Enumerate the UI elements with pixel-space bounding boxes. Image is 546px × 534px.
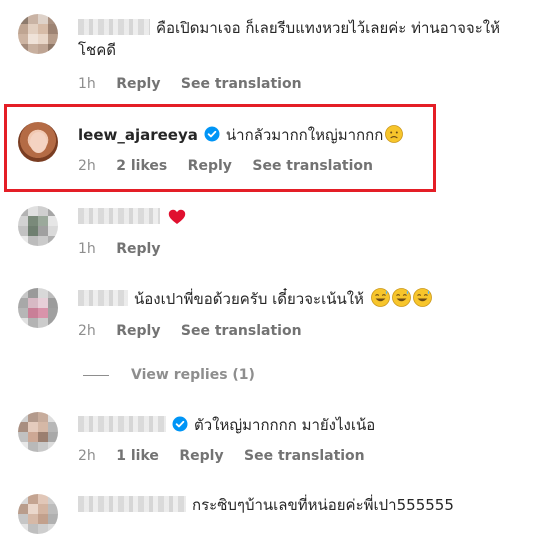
reply-button[interactable]: Reply [179, 448, 223, 464]
likes-count[interactable]: 2 likes [116, 158, 167, 174]
comment-meta: 2h 2 likes Reply See translation [78, 158, 389, 174]
username-link[interactable]: leew_ajareeya [78, 126, 198, 144]
comment-meta: 1h Reply See translation [78, 76, 318, 92]
blurred-username[interactable] [78, 416, 166, 432]
see-translation-button[interactable]: See translation [181, 323, 302, 339]
reply-button[interactable]: Reply [188, 158, 232, 174]
blurred-username[interactable] [78, 19, 150, 35]
avatar[interactable] [18, 412, 58, 452]
comment-meta: 2h Reply See translation [78, 323, 318, 339]
comment-text-content: น้องเปาพี่ขอด้วยครับ เดี๋ยวจะเน้นให้ [134, 290, 364, 308]
comment-time: 2h [78, 158, 96, 174]
reply-button[interactable]: Reply [116, 241, 160, 257]
comment-meta: 2h 1 like Reply See translation [78, 448, 381, 464]
comment-text: ตัวใหญ่มากกกก มายังไงเน้อ [78, 414, 375, 436]
comment-time: 2h [78, 323, 96, 339]
avatar[interactable] [18, 122, 58, 162]
reply-button[interactable]: Reply [116, 76, 160, 92]
comment-time: 2h [78, 448, 96, 464]
grinning-sweat-emoji [412, 288, 432, 307]
see-translation-button[interactable]: See translation [244, 448, 365, 464]
verified-badge-icon [172, 416, 188, 432]
grinning-sweat-emoji [391, 288, 411, 307]
comment-meta: 1h Reply [78, 241, 176, 257]
comment-item: leew_ajareeya น่ากลัวมากกใหญ่มากกก 2h 2 l… [0, 104, 546, 192]
reply-button[interactable]: Reply [116, 323, 160, 339]
see-translation-button[interactable]: See translation [252, 158, 373, 174]
see-translation-button[interactable]: See translation [181, 76, 302, 92]
blurred-username[interactable] [78, 496, 186, 512]
comment-text: leew_ajareeya น่ากลัวมากกใหญ่มากกก [78, 124, 404, 146]
avatar[interactable] [18, 288, 58, 328]
avatar[interactable] [18, 14, 58, 54]
grinning-sweat-emoji [370, 288, 390, 307]
comment-text-line: คือเปิดมาเจอ ก็เลยรีบแทงหวยไว้เลยค่ะ ท่า… [156, 19, 500, 37]
view-replies-button[interactable]: View replies (1) [83, 367, 255, 383]
red-heart-emoji [168, 209, 186, 224]
comment-text-content: น่ากลัวมากกใหญ่มากกก [225, 126, 384, 144]
sad-face-emoji [385, 125, 404, 143]
view-replies-label: View replies (1) [131, 367, 255, 383]
comment-item: กระซิบๆบ้านเลขที่หน่อยค่ะพี่เปา555555 [0, 488, 546, 534]
comment-text: กระซิบๆบ้านเลขที่หน่อยค่ะพี่เปา555555 [78, 494, 454, 516]
comment-text-content: กระซิบๆบ้านเลขที่หน่อยค่ะพี่เปา555555 [192, 496, 454, 514]
comment-item: น้องเปาพี่ขอด้วยครับ เดี๋ยวจะเน้นให้ 2h … [0, 282, 546, 382]
comment-text [78, 206, 186, 228]
avatar[interactable] [18, 206, 58, 246]
comment-item: 1h Reply [0, 200, 546, 270]
blurred-username[interactable] [78, 290, 128, 306]
comment-text-line: โชคดี [78, 41, 117, 59]
blurred-username[interactable] [78, 208, 160, 224]
verified-badge-icon [204, 126, 220, 142]
comment-item: ตัวใหญ่มากกกก มายังไงเน้อ 2h 1 like Repl… [0, 406, 546, 482]
comment-text: น้องเปาพี่ขอด้วยครับ เดี๋ยวจะเน้นให้ [78, 288, 432, 310]
avatar[interactable] [18, 494, 58, 534]
comment-text: คือเปิดมาเจอ ก็เลยรีบแทงหวยไว้เลยค่ะ ท่า… [78, 17, 500, 39]
replies-divider-line [83, 374, 109, 376]
likes-count[interactable]: 1 like [116, 448, 159, 464]
comment-time: 1h [78, 241, 96, 257]
comment-item: คือเปิดมาเจอ ก็เลยรีบแทงหวยไว้เลยค่ะ ท่า… [0, 0, 546, 100]
comment-text-content: ตัวใหญ่มากกกก มายังไงเน้อ [194, 416, 376, 434]
comment-time: 1h [78, 76, 96, 92]
